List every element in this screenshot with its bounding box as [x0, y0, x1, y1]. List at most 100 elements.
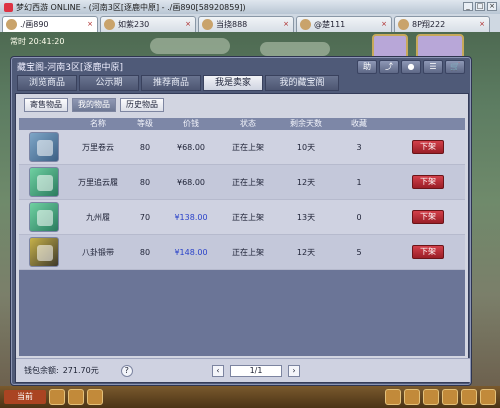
game-bottom-bar: 当前: [0, 386, 500, 408]
tab-public[interactable]: 公示期: [79, 75, 139, 91]
boot-item-icon[interactable]: [29, 202, 59, 232]
client-tab[interactable]: @楚111 ×: [296, 16, 392, 32]
column-header-price: 价钱: [183, 119, 199, 128]
table-row[interactable]: 万里追云履 80 ¥68.00 正在上架 12天 1 下架: [19, 165, 465, 200]
tab-seller[interactable]: 我是卖家: [203, 75, 263, 91]
client-tab[interactable]: 如紫230 ×: [100, 16, 196, 32]
dialog-footer: 钱包余额: 271.70元 ? ‹ 1/1 ›: [16, 358, 470, 382]
boot-item-icon[interactable]: [29, 167, 59, 197]
subtab-consign[interactable]: 寄售物品: [24, 98, 68, 112]
next-page-button[interactable]: ›: [288, 365, 300, 377]
subtab-history[interactable]: 历史物品: [120, 98, 164, 112]
tab-close-icon[interactable]: ×: [86, 20, 94, 28]
item-price: ¥68.00: [177, 177, 205, 187]
client-tab[interactable]: 当挠888 ×: [198, 16, 294, 32]
subtab-my-items[interactable]: 我的物品: [72, 98, 116, 112]
toolbar-slot-icon[interactable]: [480, 389, 496, 405]
table-row[interactable]: 八卦锻带 80 ¥148.00 正在上架 12天 5 下架: [19, 235, 465, 270]
balance-value: 271.70元: [62, 366, 99, 375]
item-fav: 1: [356, 177, 362, 187]
table-row[interactable]: 万里卷云 80 ¥68.00 正在上架 10天 3 下架: [19, 130, 465, 165]
client-tab-label: ./画890: [20, 20, 49, 29]
column-header-action: [383, 118, 465, 130]
remove-listing-button[interactable]: 下架: [412, 140, 444, 154]
item-level: 80: [139, 142, 151, 152]
item-days: 12天: [296, 177, 316, 187]
client-tab-label: 如紫230: [118, 20, 150, 29]
dialog-header-icons: 助 ⤴ ● ☰ 🛒: [357, 60, 465, 74]
item-price: ¥68.00: [177, 142, 205, 152]
table-row[interactable]: 九州履 70 ¥138.00 正在上架 13天 0 下架: [19, 200, 465, 235]
belt-item-icon[interactable]: [29, 237, 59, 267]
item-name: 万里卷云: [82, 142, 114, 152]
item-name: 八卦锻带: [82, 247, 114, 257]
avatar-icon: [398, 19, 409, 30]
item-level: 70: [139, 212, 151, 222]
toolbar-slot-icon[interactable]: [87, 389, 103, 405]
item-status: 正在上架: [232, 212, 264, 222]
chat-channel-button[interactable]: 当前: [4, 390, 46, 404]
column-header-fav: 收藏: [351, 119, 367, 128]
column-header-image: [19, 118, 69, 130]
item-status: 正在上架: [232, 177, 264, 187]
toolbar-slot-icon[interactable]: [461, 389, 477, 405]
help-icon[interactable]: 助: [357, 60, 377, 74]
client-tab-label: @楚111: [314, 20, 346, 29]
sub-tabs: 寄售物品 我的物品 历史物品: [24, 98, 164, 112]
tab-browse[interactable]: 浏览商品: [17, 75, 77, 91]
window-title: 梦幻西游 ONLINE - (河南3区[逐鹿中原] - ./画890[58920…: [16, 2, 246, 12]
window-controls: _ □ ×: [463, 2, 497, 11]
scene-cloud: [150, 38, 230, 54]
toolbar-slot-icon[interactable]: [442, 389, 458, 405]
help-question-icon[interactable]: ?: [120, 364, 133, 377]
main-tabs: 浏览商品 公示期 推荐商品 我是卖家 我的藏宝阁: [17, 75, 467, 91]
toolbar-slot-icon[interactable]: [423, 389, 439, 405]
items-table: 名称 等级 价钱 状态 剩余天数 收藏 万里卷云 80 ¥68.00 正在上架 …: [19, 118, 465, 356]
client-tab[interactable]: 8P翔222 ×: [394, 16, 490, 32]
minimize-button[interactable]: _: [463, 2, 473, 11]
item-name: 万里追云履: [78, 177, 118, 187]
sword-item-icon[interactable]: [29, 132, 59, 162]
column-header-level: 等级: [137, 119, 153, 128]
item-days: 10天: [296, 142, 316, 152]
dialog-title: 藏宝阁-河南3区[逐鹿中原]: [17, 62, 123, 73]
column-header-name: 名称: [90, 119, 106, 128]
maximize-button[interactable]: □: [475, 2, 485, 11]
tab-close-icon[interactable]: ×: [478, 20, 486, 28]
record-icon[interactable]: ●: [401, 60, 421, 74]
item-status: 正在上架: [232, 247, 264, 257]
toolbar-slot-icon[interactable]: [404, 389, 420, 405]
remove-listing-button[interactable]: 下架: [412, 245, 444, 259]
table-header: 名称 等级 价钱 状态 剩余天数 收藏: [19, 118, 465, 130]
hud-time: 常时 20:41:20: [10, 37, 65, 46]
window-titlebar: 梦幻西游 ONLINE - (河南3区[逐鹿中原] - ./画890[58920…: [0, 0, 500, 14]
item-fav: 5: [356, 247, 362, 257]
avatar-icon: [300, 19, 311, 30]
toolbar-slot-icon[interactable]: [49, 389, 65, 405]
close-button[interactable]: ×: [487, 2, 497, 11]
toolbar-slot-icon[interactable]: [68, 389, 84, 405]
tab-close-icon[interactable]: ×: [282, 20, 290, 28]
item-status: 正在上架: [232, 142, 264, 152]
cart-icon[interactable]: 🛒: [445, 60, 465, 74]
prev-page-button[interactable]: ‹: [212, 365, 224, 377]
tab-my-pavilion[interactable]: 我的藏宝阁: [265, 75, 339, 91]
item-level: 80: [139, 247, 151, 257]
client-tab[interactable]: ./画890 ×: [2, 16, 98, 32]
tab-close-icon[interactable]: ×: [380, 20, 388, 28]
scene-cloud: [260, 42, 330, 56]
item-level: 80: [139, 177, 151, 187]
remove-listing-button[interactable]: 下架: [412, 210, 444, 224]
page-indicator: 1/1: [230, 365, 282, 377]
tab-close-icon[interactable]: ×: [184, 20, 192, 28]
remove-listing-button[interactable]: 下架: [412, 175, 444, 189]
toolbar-slot-icon[interactable]: [385, 389, 401, 405]
pagination: ‹ 1/1 ›: [212, 365, 300, 377]
tab-recommend[interactable]: 推荐商品: [141, 75, 201, 91]
menu-icon[interactable]: ☰: [423, 60, 443, 74]
share-icon[interactable]: ⤴: [379, 60, 399, 74]
avatar-icon: [104, 19, 115, 30]
column-header-days: 剩余天数: [290, 119, 322, 128]
avatar-icon: [202, 19, 213, 30]
item-days: 12天: [296, 247, 316, 257]
